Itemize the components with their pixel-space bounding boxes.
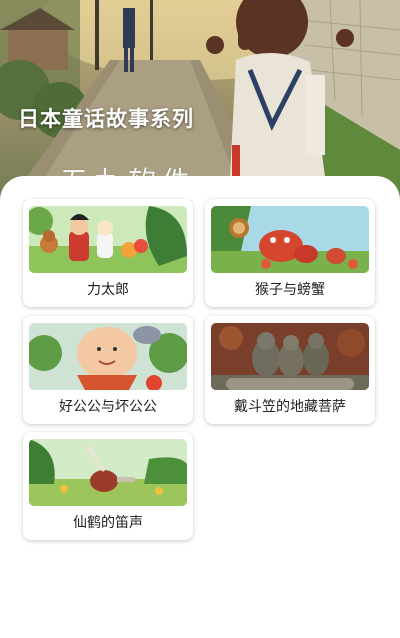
story-card-2[interactable]: 猴子与螃蟹	[205, 199, 375, 307]
story-title: 仙鹤的笛声	[73, 515, 143, 531]
story-grid-panel: 力太郎 猴子与螃蟹 好公公与坏公公 戴斗笠的地藏菩萨 仙鹤的笛声	[0, 176, 400, 638]
story-title: 戴斗笠的地藏菩萨	[234, 399, 346, 415]
story-thumbnail-4	[211, 323, 369, 390]
story-card-3[interactable]: 好公公与坏公公	[23, 316, 193, 424]
story-card-1[interactable]: 力太郎	[23, 199, 193, 307]
story-card-4[interactable]: 戴斗笠的地藏菩萨	[205, 316, 375, 424]
story-title: 力太郎	[87, 282, 129, 298]
story-title: 猴子与螃蟹	[255, 282, 325, 298]
story-thumbnail-2	[211, 206, 369, 273]
story-thumbnail-5	[29, 439, 187, 506]
story-thumbnail-1	[29, 206, 187, 273]
story-card-5[interactable]: 仙鹤的笛声	[23, 432, 193, 540]
hero-title: 日本童话故事系列	[18, 107, 194, 131]
story-thumbnail-3	[29, 323, 187, 390]
story-title: 好公公与坏公公	[59, 399, 157, 415]
